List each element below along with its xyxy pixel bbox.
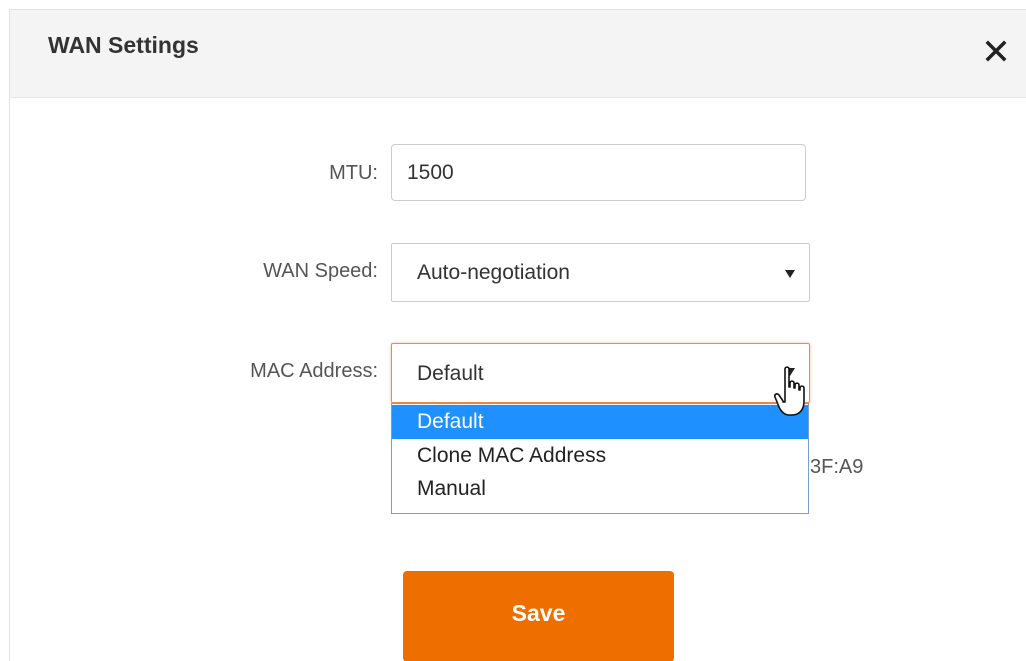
wan-speed-value: Auto-negotiation [417,261,570,284]
close-button[interactable] [985,40,1007,62]
mtu-label: MTU: [329,162,378,184]
option-default[interactable]: Default [392,405,808,439]
chevron-down-icon [785,270,795,278]
mac-address-dropdown: Default Clone MAC Address Manual [391,403,809,514]
save-button[interactable]: Save [403,571,674,661]
mac-address-select[interactable]: Default [391,343,810,403]
mac-address-label: MAC Address: [250,360,378,382]
mac-address-text: 3F:A9 [810,456,864,478]
dialog-header: WAN Settings [10,10,1026,98]
wan-speed-select[interactable]: Auto-negotiation [391,243,810,302]
page: WAN Settings MTU: WAN Speed: Auto-negoti… [0,0,1026,661]
option-clone-mac-address[interactable]: Clone MAC Address [392,439,808,472]
mtu-input[interactable] [391,144,806,201]
close-icon [985,40,1007,62]
mac-address-value: Default [417,362,484,385]
wan-settings-dialog: WAN Settings MTU: WAN Speed: Auto-negoti… [9,9,1026,661]
dialog-title: WAN Settings [48,32,199,58]
wan-speed-label: WAN Speed: [263,260,378,282]
hand-cursor-icon [774,366,805,416]
option-manual[interactable]: Manual [392,472,808,505]
